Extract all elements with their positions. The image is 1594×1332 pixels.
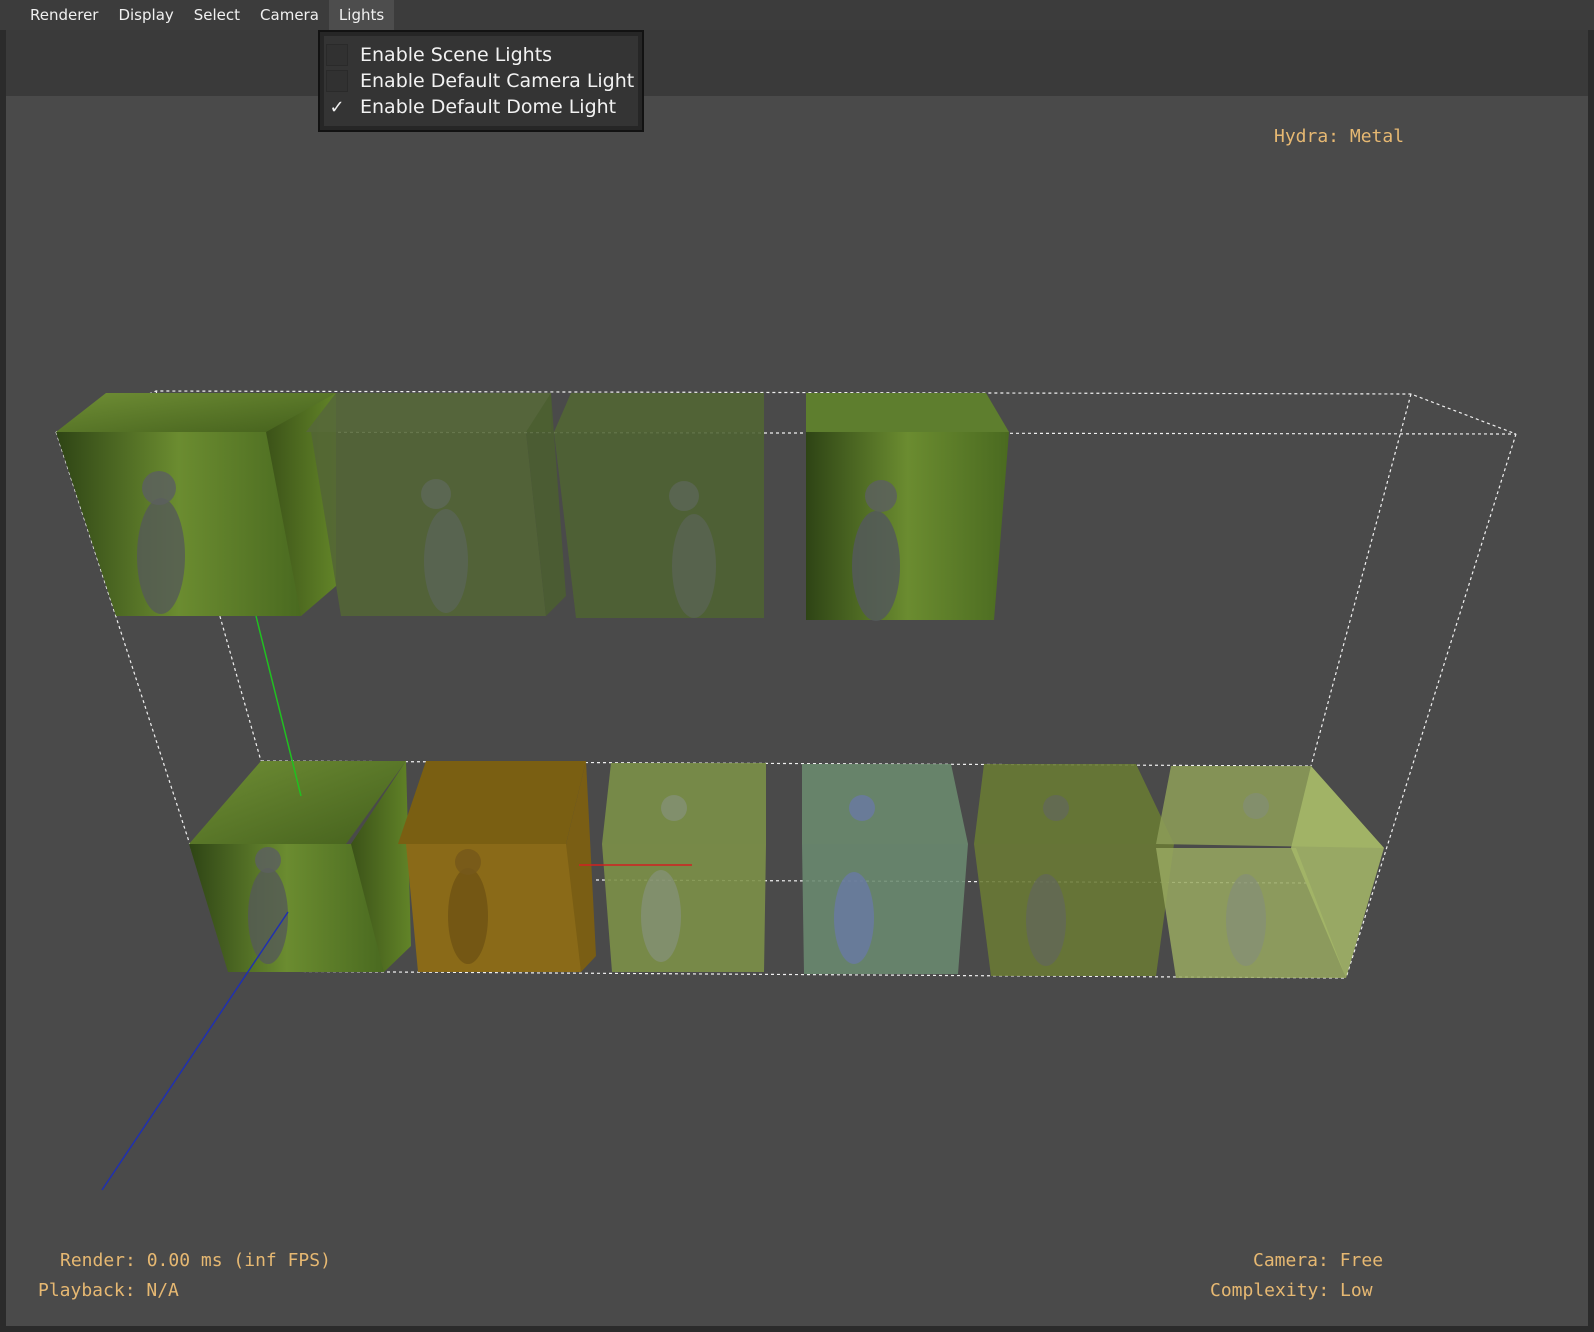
cube-top-4 — [806, 393, 1009, 621]
scene-canvas — [55, 390, 1517, 1191]
menu-item-enable-default-dome-light[interactable]: ✓ Enable Default Dome Light — [324, 94, 638, 120]
cube-bottom-2 — [398, 761, 596, 972]
checkmark-icon: ✓ — [329, 96, 345, 118]
cube-top-2 — [306, 393, 566, 616]
bbox-edge-right-back — [1310, 393, 1412, 767]
menu-item-enable-default-camera-light[interactable]: Enable Default Camera Light — [324, 68, 638, 94]
checkbox-unchecked-icon — [326, 44, 348, 66]
axis-z — [101, 911, 289, 1191]
menu-renderer[interactable]: Renderer — [20, 0, 108, 30]
bbox-edge-right-front — [1345, 433, 1517, 979]
hud-playback: Playback: N/A — [38, 1280, 179, 1301]
cube-bottom-6 — [1156, 766, 1384, 978]
cube-top-1 — [56, 393, 336, 616]
cube-bottom-5 — [974, 764, 1174, 976]
menu-lights[interactable]: Lights — [328, 0, 395, 30]
menu-select[interactable]: Select — [184, 0, 250, 30]
hud-render-stats: Render: 0.00 ms (inf FPS) — [60, 1250, 331, 1271]
menu-bar: Renderer Display Select Camera Lights — [0, 0, 1594, 30]
cube-bottom-4 — [802, 764, 968, 974]
menu-item-enable-scene-lights[interactable]: Enable Scene Lights — [324, 42, 638, 68]
toolbar-strip — [6, 30, 1588, 96]
bbox-bottom-back — [260, 760, 1312, 767]
hud-renderer: Hydra: Metal — [1274, 126, 1405, 147]
viewport-3d[interactable] — [6, 96, 1588, 1326]
menu-item-label: Enable Scene Lights — [360, 44, 553, 66]
cube-top-3 — [554, 393, 764, 618]
hud-complexity: Complexity: Low — [1210, 1280, 1373, 1301]
cube-bottom-3 — [602, 763, 766, 972]
checkbox-unchecked-icon — [326, 70, 348, 92]
menu-item-label: Enable Default Dome Light — [360, 96, 617, 118]
menu-camera[interactable]: Camera — [250, 0, 329, 30]
lights-dropdown-menu: Enable Scene Lights Enable Default Camer… — [318, 30, 644, 132]
menu-item-label: Enable Default Camera Light — [360, 70, 635, 92]
menu-display[interactable]: Display — [108, 0, 183, 30]
hud-camera: Camera: Free — [1253, 1250, 1384, 1271]
